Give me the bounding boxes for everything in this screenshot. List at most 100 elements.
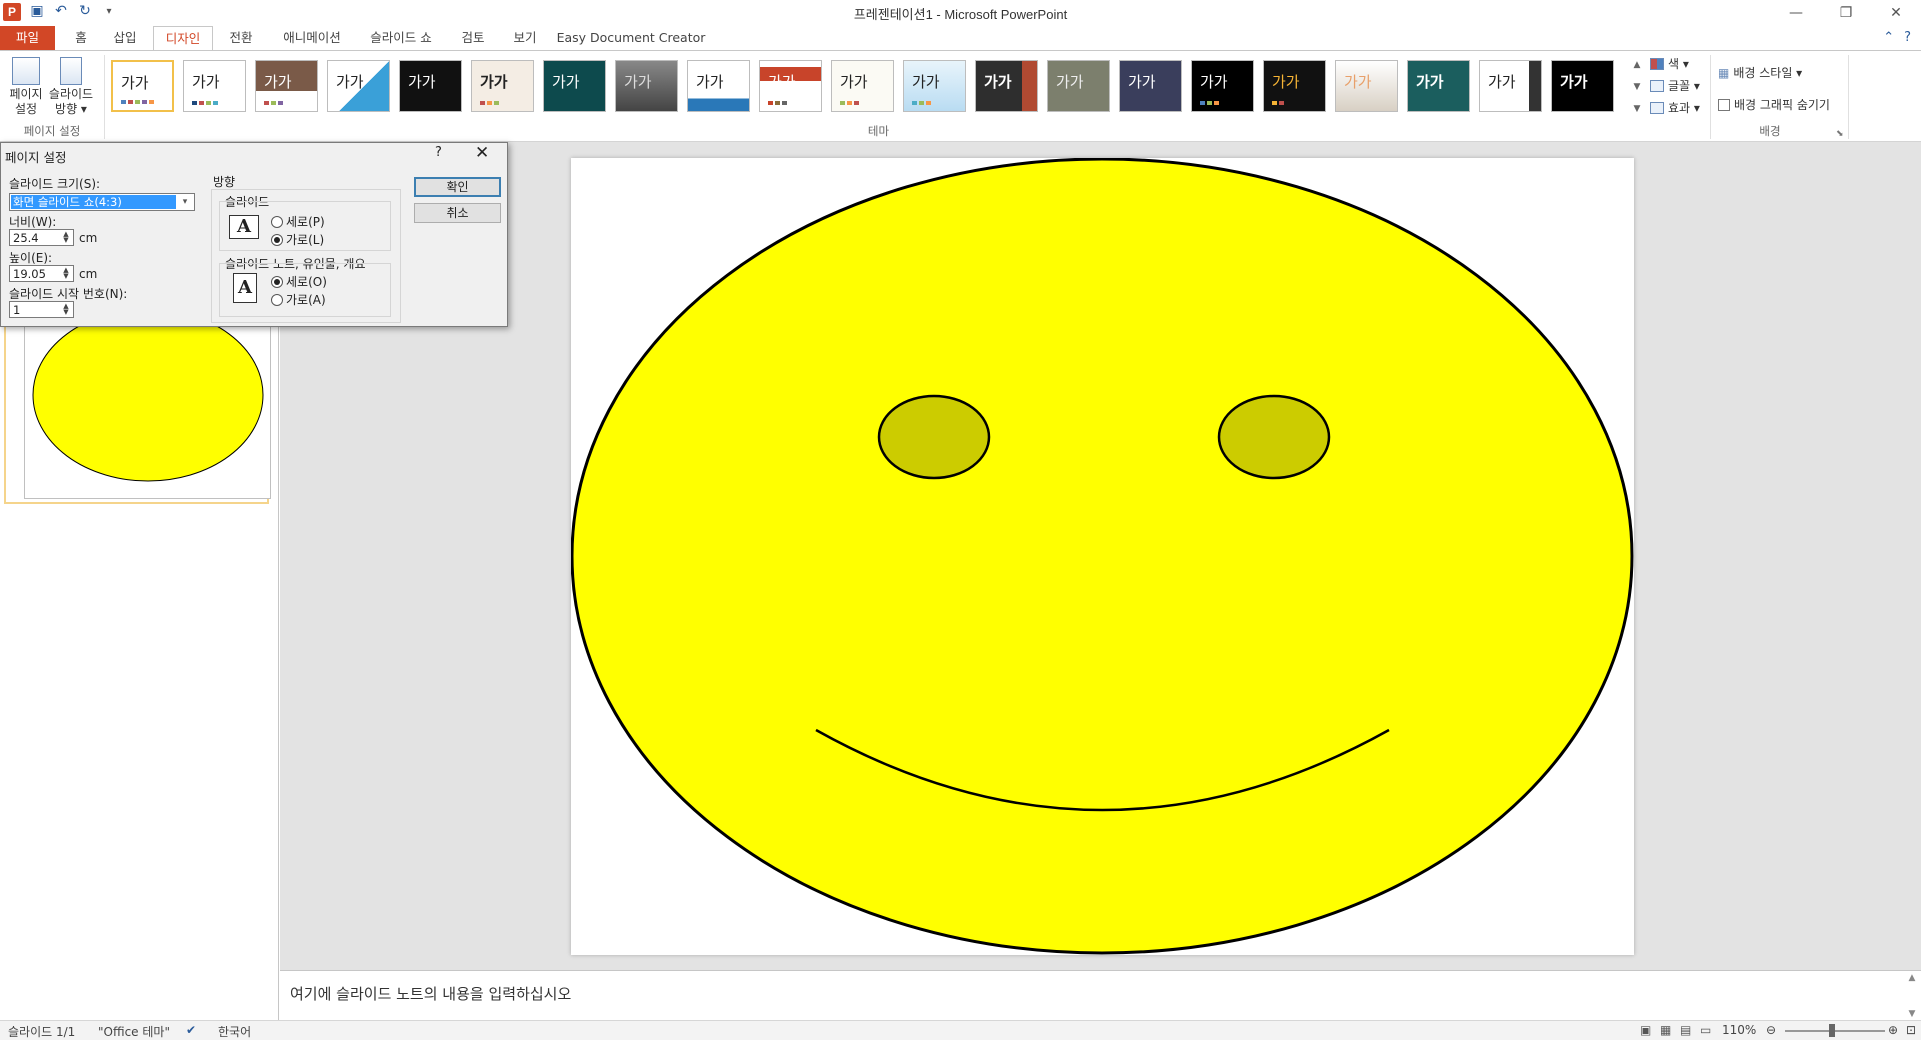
- language[interactable]: 한국어: [218, 1023, 251, 1040]
- theme-13[interactable]: 가가: [975, 60, 1038, 112]
- notes-landscape-radio[interactable]: 가로(A): [271, 291, 326, 308]
- start-number-value[interactable]: 1: [13, 303, 20, 317]
- notes-portrait-label: 세로(O): [286, 275, 327, 289]
- spin-arrows-icon[interactable]: ▲ ▼: [60, 231, 72, 244]
- notes-pane[interactable]: 여기에 슬라이드 노트의 내용을 입력하십시오 ▲ ▼: [280, 970, 1921, 1020]
- zoom-in-icon[interactable]: ⊕: [1888, 1023, 1898, 1037]
- theme-colors-button[interactable]: 색 ▾: [1650, 55, 1689, 72]
- notes-scrollbar[interactable]: ▲ ▼: [1905, 973, 1919, 1019]
- slide-sorter-icon[interactable]: ▦: [1660, 1023, 1671, 1037]
- theme-fonts-button[interactable]: 글꼴 ▾: [1650, 77, 1700, 94]
- width-spinner[interactable]: 25.4 ▲ ▼: [9, 229, 74, 246]
- tab-view[interactable]: 보기: [504, 26, 546, 51]
- spin-arrows-icon[interactable]: ▲ ▼: [60, 267, 72, 280]
- title-bar: P ▣ ↶ ↻ ▾ 프레젠테이션1 - Microsoft PowerPoint…: [0, 0, 1921, 26]
- theme-10[interactable]: 가가: [759, 60, 822, 112]
- theme-9[interactable]: 가가: [687, 60, 750, 112]
- theme-12[interactable]: 가가: [903, 60, 966, 112]
- reading-view-icon[interactable]: ▤: [1680, 1023, 1691, 1037]
- theme-5[interactable]: 가가: [399, 60, 462, 112]
- height-value[interactable]: 19.05: [13, 267, 46, 281]
- theme-20[interactable]: 가가: [1479, 60, 1542, 112]
- theme-11[interactable]: 가가: [831, 60, 894, 112]
- theme-18[interactable]: 가가: [1335, 60, 1398, 112]
- dialog-launcher-icon[interactable]: ⬊: [1836, 129, 1844, 139]
- notes-portrait-icon: A: [233, 273, 257, 303]
- theme-effects-button[interactable]: 효과 ▾: [1650, 99, 1700, 116]
- zoom-out-icon[interactable]: ⊖: [1766, 1023, 1776, 1037]
- ok-button[interactable]: 확인: [414, 177, 501, 197]
- theme-office[interactable]: 가가: [111, 60, 174, 112]
- background-styles-button[interactable]: ▦ 배경 스타일 ▾: [1718, 64, 1802, 81]
- theme-7[interactable]: 가가: [543, 60, 606, 112]
- theme-gallery-scroller: ▲ ▼ ▼: [1630, 60, 1644, 114]
- face-shape[interactable]: [570, 157, 1634, 955]
- chevron-down-icon[interactable]: ▾: [177, 195, 193, 209]
- theme-21[interactable]: 가가: [1551, 60, 1614, 112]
- slide-orientation-icon: [60, 57, 82, 85]
- minimize-ribbon-icon[interactable]: ⌃: [1883, 30, 1894, 45]
- theme-6[interactable]: 가가: [471, 60, 534, 112]
- help-icon[interactable]: ?: [1904, 30, 1911, 45]
- fonts-icon: [1650, 79, 1664, 92]
- scroll-up-icon[interactable]: ▲: [1634, 60, 1641, 70]
- notes-placeholder[interactable]: 여기에 슬라이드 노트의 내용을 입력하십시오: [290, 983, 571, 1004]
- theme-19[interactable]: 가가: [1407, 60, 1470, 112]
- hide-background-graphics-checkbox[interactable]: 배경 그래픽 숨기기: [1718, 96, 1830, 113]
- slide-landscape-icon: A: [229, 215, 259, 239]
- slide-orientation-button[interactable]: 슬라이드 방향 ▾: [48, 57, 94, 117]
- theme-4[interactable]: 가가: [327, 60, 390, 112]
- theme-15[interactable]: 가가: [1119, 60, 1182, 112]
- tab-design[interactable]: 디자인: [153, 26, 213, 51]
- theme-17[interactable]: 가가: [1263, 60, 1326, 112]
- normal-view-icon[interactable]: ▣: [1640, 1023, 1651, 1037]
- window-controls: — ❐ ✕: [1771, 0, 1921, 26]
- background-styles-label: 배경 스타일 ▾: [1733, 66, 1803, 80]
- tab-easy-document-creator[interactable]: Easy Document Creator: [556, 26, 706, 51]
- slideshow-view-icon[interactable]: ▭: [1700, 1023, 1711, 1037]
- theme-16[interactable]: 가가: [1191, 60, 1254, 112]
- width-value[interactable]: 25.4: [13, 231, 39, 245]
- more-icon[interactable]: ▼: [1634, 104, 1641, 114]
- tab-slideshow[interactable]: 슬라이드 쇼: [360, 26, 442, 51]
- theme-name[interactable]: "Office 테마": [98, 1023, 170, 1040]
- theme-3[interactable]: 가가: [255, 60, 318, 112]
- slide-size-select[interactable]: 화면 슬라이드 쇼(4:3) ▾: [9, 193, 195, 211]
- theme-2[interactable]: 가가: [183, 60, 246, 112]
- spin-arrows-icon[interactable]: ▲ ▼: [60, 303, 72, 316]
- zoom-slider[interactable]: [1785, 1030, 1885, 1032]
- minimize-icon[interactable]: —: [1771, 0, 1821, 26]
- tab-home[interactable]: 홈: [60, 26, 102, 51]
- start-number-spinner[interactable]: 1 ▲ ▼: [9, 301, 74, 318]
- height-spinner[interactable]: 19.05 ▲ ▼: [9, 265, 74, 282]
- notes-portrait-radio[interactable]: 세로(O): [271, 273, 327, 290]
- slides-landscape-radio[interactable]: 가로(L): [271, 231, 324, 248]
- restore-icon[interactable]: ❐: [1821, 0, 1871, 26]
- close-icon[interactable]: ✕: [1871, 0, 1921, 26]
- window-title: 프레젠테이션1 - Microsoft PowerPoint: [853, 7, 1068, 22]
- smiley-face: [570, 157, 1634, 955]
- tab-animations[interactable]: 애니메이션: [272, 26, 352, 51]
- scroll-down-icon[interactable]: ▼: [1909, 1009, 1916, 1019]
- tab-transitions[interactable]: 전환: [220, 26, 262, 51]
- tab-file[interactable]: 파일: [0, 26, 55, 51]
- scroll-up-icon[interactable]: ▲: [1909, 973, 1916, 983]
- zoom-level[interactable]: 110%: [1722, 1023, 1756, 1037]
- theme-14[interactable]: 가가: [1047, 60, 1110, 112]
- left-eye-shape[interactable]: [877, 394, 991, 480]
- zoom-slider-thumb[interactable]: [1829, 1024, 1835, 1037]
- help-icon[interactable]: ?: [435, 145, 442, 160]
- spell-check-icon[interactable]: ✔: [186, 1023, 196, 1037]
- right-eye-shape[interactable]: [1217, 394, 1331, 480]
- slide-canvas[interactable]: [570, 157, 1634, 955]
- fit-to-window-icon[interactable]: ⊡: [1906, 1023, 1916, 1037]
- scroll-down-icon[interactable]: ▼: [1634, 82, 1641, 92]
- theme-8[interactable]: 가가: [615, 60, 678, 112]
- cancel-button[interactable]: 취소: [414, 203, 501, 223]
- page-setup-label-2: 설정: [14, 102, 38, 116]
- close-icon[interactable]: ✕: [475, 143, 489, 163]
- page-setup-button[interactable]: 페이지 설정: [3, 57, 49, 117]
- tab-review[interactable]: 검토: [452, 26, 494, 51]
- slides-portrait-radio[interactable]: 세로(P): [271, 213, 325, 230]
- tab-insert[interactable]: 삽입: [104, 26, 146, 51]
